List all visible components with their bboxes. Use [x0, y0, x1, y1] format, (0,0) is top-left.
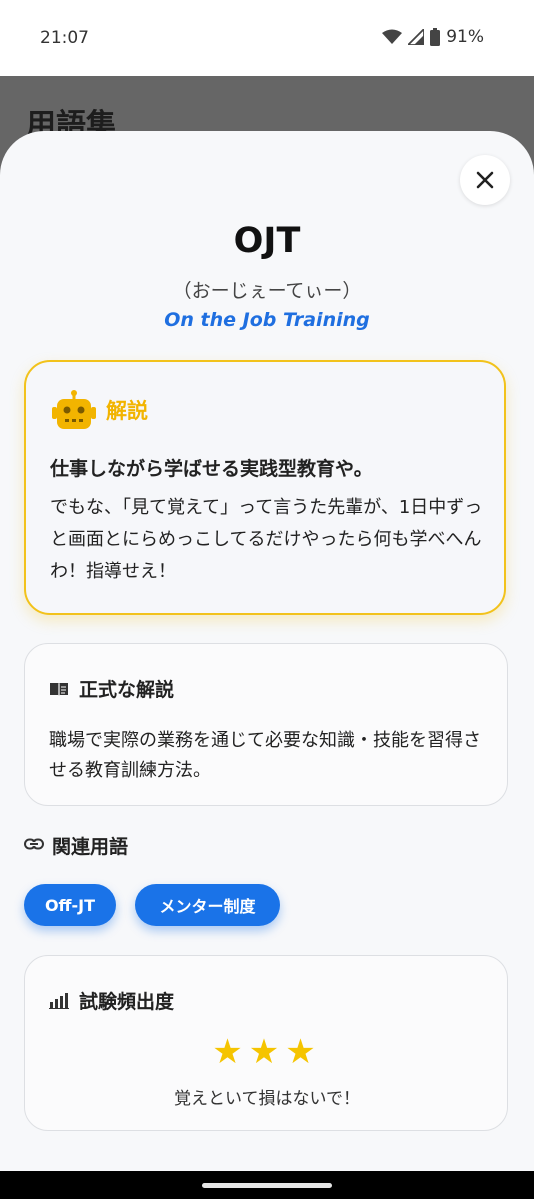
signal-icon: [408, 29, 425, 45]
link-icon: [24, 838, 44, 850]
related-term-chip-mentor[interactable]: メンター制度: [135, 884, 280, 926]
frequency-heading: 試験頻出度: [79, 991, 175, 1013]
frequency-note: 覚えといて損はないで！: [174, 1089, 360, 1109]
formal-heading: 正式な解説: [79, 679, 175, 701]
exam-frequency-card: 試験頻出度 ★★★ 覚えといて損はないで！: [24, 955, 508, 1131]
navigation-bar: [0, 1171, 534, 1199]
formal-explanation-card: 正式な解説 職場で実際の業務を通じて必要な知識・技能を習得させる教育訓練方法。: [24, 643, 508, 806]
term-english: On the Job Training: [164, 309, 370, 331]
related-term-chip-off-jt[interactable]: Off-JT: [24, 884, 116, 926]
battery-level: 91%: [446, 27, 484, 47]
close-button[interactable]: [460, 155, 510, 205]
explanation-card: 解説 仕事しながら学ばせる実践型教育や。 でもな、「見て覚えて」って言うた先輩が…: [24, 360, 506, 615]
status-time: 21:07: [40, 28, 89, 48]
home-gesture-handle[interactable]: [202, 1183, 332, 1188]
status-icons: 91%: [382, 27, 484, 47]
term-reading: （おーじぇーてぃー）: [172, 280, 362, 302]
battery-icon: [430, 28, 441, 46]
explanation-heading: 解説: [106, 399, 148, 423]
robot-icon: [52, 390, 96, 429]
related-terms-heading: 関連用語: [52, 836, 129, 858]
explanation-body: でもな、「見て覚えて」って言うた先輩が、1日中ずっと画面とにらめっこしてるだけや…: [50, 497, 483, 582]
frequency-stars: ★★★: [212, 1032, 322, 1072]
formal-text: 職場で実際の業務を通じて必要な知識・技能を習得させる教育訓練方法。: [49, 730, 481, 781]
term-detail-sheet: OJT （おーじぇーてぃー） On the Job Training 解説 仕事…: [0, 131, 534, 1171]
status-bar: 21:07 91%: [0, 0, 534, 76]
bar-chart-icon: [49, 993, 69, 1009]
explanation-lead: 仕事しながら学ばせる実践型教育や。: [50, 458, 373, 480]
wifi-icon: [382, 29, 403, 44]
close-icon: [476, 171, 494, 189]
book-icon: [50, 683, 68, 696]
term-title: OJT: [233, 221, 301, 261]
